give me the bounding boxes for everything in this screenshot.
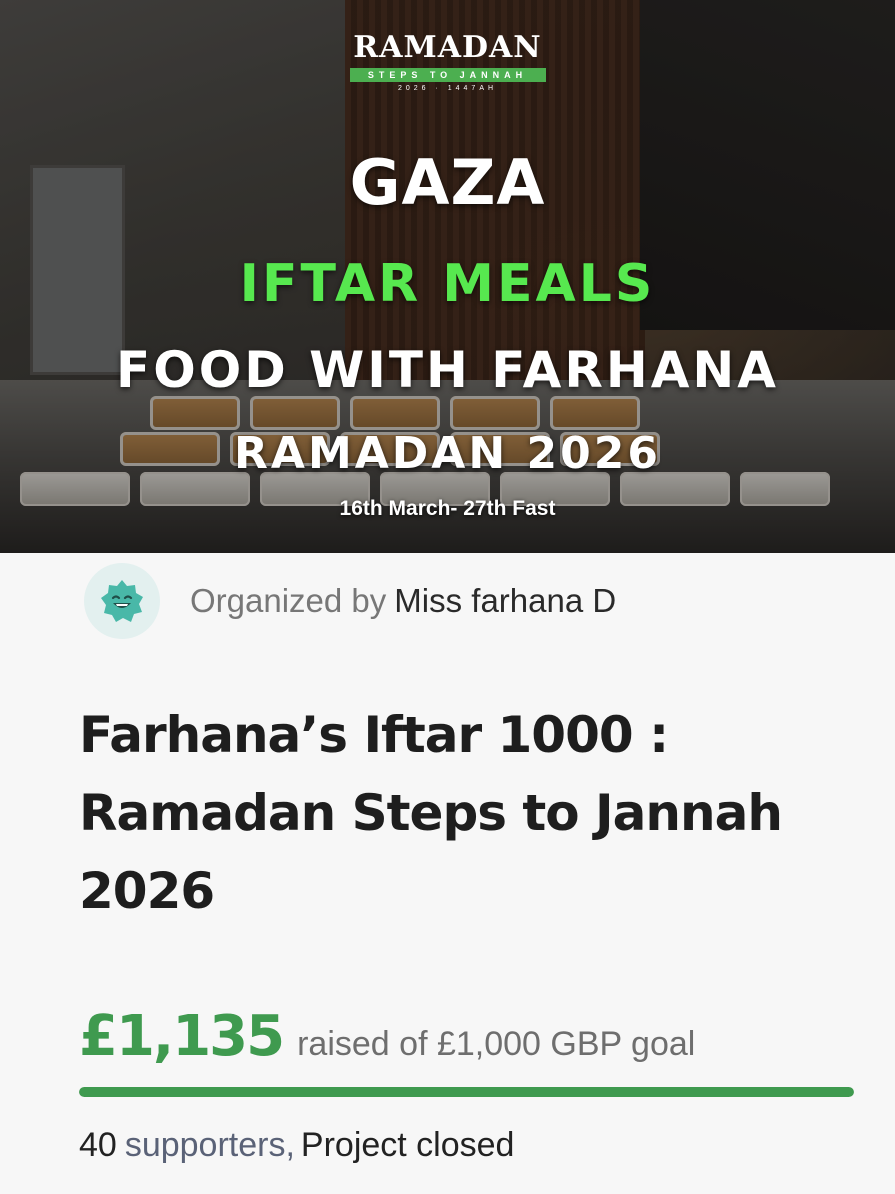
banner-headline-gaza: GAZA xyxy=(349,146,546,219)
supporters-status: 40 supporters, Project closed xyxy=(79,1126,514,1165)
organizer-row[interactable]: Organized by Miss farhana D xyxy=(84,562,616,640)
logo-wordmark: RAMADAN xyxy=(353,30,542,65)
amount-raised: £1,135 xyxy=(79,1004,285,1069)
ramadan-logo: RAMADAN STEPS TO JANNAH 2026 · 1447AH xyxy=(0,30,895,92)
goal-text: raised of £1,000 GBP goal xyxy=(297,1025,696,1063)
banner-headline-ramadan: RAMADAN 2026 xyxy=(234,428,661,479)
campaign-hero-image[interactable]: RAMADAN STEPS TO JANNAH 2026 · 1447AH GA… xyxy=(0,0,895,553)
supporters-link[interactable]: supporters, xyxy=(125,1126,295,1164)
supporters-count: 40 xyxy=(79,1126,117,1164)
smiling-star-avatar-icon xyxy=(101,580,143,622)
project-status: Project closed xyxy=(300,1126,515,1164)
organizer-prefix: Organized by xyxy=(190,582,387,619)
funding-summary: £1,135 raised of £1,000 GBP goal xyxy=(79,1004,695,1069)
banner-headline-food: FOOD WITH FARHANA xyxy=(116,341,779,399)
progress-bar xyxy=(79,1087,854,1097)
organizer-label: Organized by Miss farhana D xyxy=(190,582,616,620)
logo-year: 2026 · 1447AH xyxy=(397,85,498,92)
avatar[interactable] xyxy=(84,563,160,639)
logo-tagline: STEPS TO JANNAH xyxy=(349,68,546,82)
organizer-name[interactable]: Miss farhana D xyxy=(394,582,616,619)
campaign-title: Farhana’s Iftar 1000 : Ramadan Steps to … xyxy=(79,706,783,920)
banner-headline-iftar: IFTAR MEALS xyxy=(239,254,656,314)
banner-dates: 16th March- 27th Fast xyxy=(339,497,556,520)
progress-bar-fill xyxy=(79,1087,854,1097)
